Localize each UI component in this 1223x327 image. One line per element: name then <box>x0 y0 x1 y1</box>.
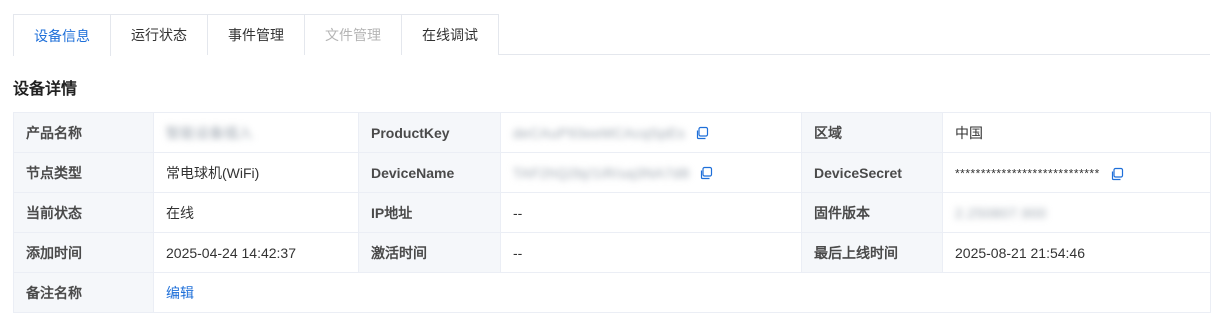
device-name-value: TAF2hQ2bj/1iR/uq3NA7d8 <box>513 165 690 182</box>
device-name-label: DeviceName <box>358 152 501 193</box>
tab-run-status[interactable]: 运行状态 <box>111 14 208 55</box>
firmware-value: 2.250807.900 <box>955 205 1047 222</box>
device-secret-label: DeviceSecret <box>801 152 943 193</box>
copy-icon[interactable] <box>1110 167 1124 181</box>
device-details-table: 产品名称 智能设备插入 ProductKey deCAuP93eeMCAcqSp… <box>13 112 1211 313</box>
table-row: 节点类型 常电球机(WiFi) DeviceName TAF2hQ2bj/1iR… <box>13 152 1211 193</box>
device-secret-cell: **************************** <box>942 152 1211 193</box>
copy-icon[interactable] <box>699 166 713 180</box>
table-row: 添加时间 2025-04-24 14:42:37 激活时间 -- 最后上线时间 … <box>13 232 1211 273</box>
region-label: 区域 <box>801 112 943 153</box>
product-name-value: 智能设备插入 <box>153 112 359 153</box>
status-value: 在线 <box>153 192 359 233</box>
section-title: 设备详情 <box>13 81 78 98</box>
ip-label: IP地址 <box>358 192 501 233</box>
device-secret-value: **************************** <box>955 166 1100 181</box>
activated-time-label: 激活时间 <box>358 232 501 273</box>
firmware-cell: 2.250807.900 <box>942 192 1211 233</box>
product-key-cell: deCAuP93eeMCAcqSpEs <box>500 112 802 153</box>
region-value: 中国 <box>942 112 1211 153</box>
device-info-page: 设备信息 运行状态 事件管理 文件管理 在线调试 设备详情 产品名称 智能设备插… <box>0 0 1223 327</box>
product-name-text: 智能设备插入 <box>166 124 253 141</box>
remark-label: 备注名称 <box>13 272 154 313</box>
added-time-value: 2025-04-24 14:42:37 <box>153 232 359 273</box>
node-type-value: 常电球机(WiFi) <box>153 152 359 193</box>
table-row: 产品名称 智能设备插入 ProductKey deCAuP93eeMCAcqSp… <box>13 112 1211 153</box>
activated-time-value: -- <box>500 232 802 273</box>
tab-event-management[interactable]: 事件管理 <box>208 14 305 55</box>
last-online-label: 最后上线时间 <box>801 232 943 273</box>
added-time-label: 添加时间 <box>13 232 154 273</box>
table-row: 当前状态 在线 IP地址 -- 固件版本 2.250807.900 <box>13 192 1211 233</box>
tab-file-management: 文件管理 <box>305 14 402 55</box>
node-type-label: 节点类型 <box>13 152 154 193</box>
ip-value: -- <box>500 192 802 233</box>
product-name-label: 产品名称 <box>13 112 154 153</box>
product-key-value: deCAuP93eeMCAcqSpEs <box>513 125 686 142</box>
last-online-value: 2025-08-21 21:54:46 <box>942 232 1211 273</box>
status-label: 当前状态 <box>13 192 154 233</box>
tab-bar: 设备信息 运行状态 事件管理 文件管理 在线调试 <box>13 14 1210 56</box>
table-row: 备注名称 编辑 <box>13 272 1211 313</box>
tab-device-info[interactable]: 设备信息 <box>13 14 111 56</box>
tab-online-debug[interactable]: 在线调试 <box>402 14 499 55</box>
product-key-label: ProductKey <box>358 112 501 153</box>
firmware-label: 固件版本 <box>801 192 943 233</box>
copy-icon[interactable] <box>695 126 709 140</box>
edit-remark-link[interactable]: 编辑 <box>166 285 194 301</box>
device-name-cell: TAF2hQ2bj/1iR/uq3NA7d8 <box>500 152 802 193</box>
remark-cell: 编辑 <box>153 272 1211 313</box>
